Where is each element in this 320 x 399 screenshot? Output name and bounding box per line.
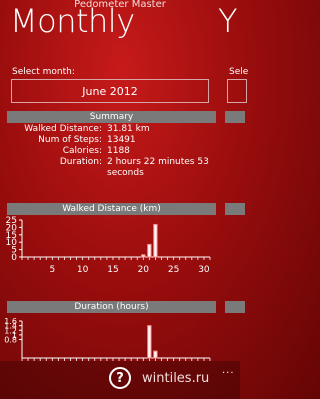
side-header-summary <box>225 111 245 123</box>
duration-chart: 0.811.21.41.6 <box>4 317 211 361</box>
summary-value: 13491 <box>107 135 136 145</box>
pivot-title-next[interactable]: Y <box>218 3 238 39</box>
summary-header: Summary <box>7 111 216 123</box>
summary-label: Num of Steps: <box>38 135 102 145</box>
more-options-button[interactable]: ... <box>222 365 235 376</box>
bar-day-22 <box>153 350 158 359</box>
next-select-label: Sele <box>229 67 249 77</box>
watermark: wintiles.ru <box>142 371 210 386</box>
summary-label: Walked Distance: <box>24 124 102 134</box>
summary-row-steps: Num of Steps: 13491 <box>7 135 216 146</box>
side-header-duration <box>225 301 245 313</box>
summary-label: Duration: <box>59 157 102 167</box>
bar-day-20 <box>141 254 146 258</box>
summary-value: 1188 <box>107 146 130 156</box>
bar-day-21 <box>147 325 152 359</box>
month-selector-value: June 2012 <box>82 84 138 98</box>
summary-value: 31.81 km <box>107 124 150 134</box>
x-tick-label: 10 <box>77 265 89 274</box>
y-tick-label: 25 <box>6 216 17 226</box>
x-tick-label: 5 <box>49 265 55 274</box>
pivot-title-monthly[interactable]: Monthly <box>10 3 135 39</box>
x-tick-label: 15 <box>107 265 118 274</box>
summary-panel: Walked Distance: 31.81 km Num of Steps: … <box>7 124 216 179</box>
summary-row-distance: Walked Distance: 31.81 km <box>7 124 216 135</box>
side-header-distance <box>225 203 245 215</box>
bar-day-21 <box>147 243 152 258</box>
y-tick-label: 1.6 <box>4 317 17 326</box>
x-tick-label: 25 <box>168 265 179 274</box>
summary-value: 2 hours 22 minutes 53 seconds <box>107 157 209 178</box>
help-button[interactable]: ? <box>109 367 131 389</box>
summary-row-calories: Calories: 1188 <box>7 146 216 157</box>
duration-chart-header: Duration (hours) <box>7 301 216 313</box>
select-month-label: Select month: <box>12 67 75 77</box>
next-month-selector <box>227 79 247 103</box>
summary-row-duration: Duration: 2 hours 22 minutes 53 seconds <box>7 157 216 179</box>
x-tick-label: 30 <box>198 265 210 274</box>
month-selector[interactable]: June 2012 <box>11 79 209 103</box>
bar-day-22 <box>153 223 158 258</box>
distance-chart-header: Walked Distance (km) <box>7 203 216 215</box>
x-tick-label: 20 <box>138 265 150 274</box>
help-icon: ? <box>116 370 124 386</box>
summary-label: Calories: <box>62 146 102 156</box>
distance-chart: 05101520255 10 15 20 25 30 <box>6 216 211 274</box>
